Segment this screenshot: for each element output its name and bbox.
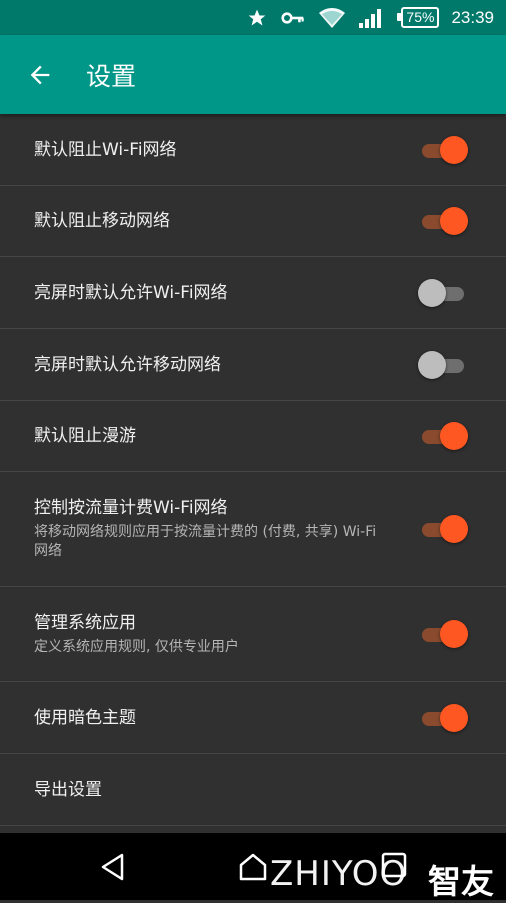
arrow-left-icon[interactable] xyxy=(26,61,54,89)
wifi-icon xyxy=(319,7,346,28)
setting-title: 导出设置 xyxy=(34,779,102,800)
setting-manage-system-apps[interactable]: 管理系统应用 定义系统应用规则, 仅供专业用户 xyxy=(0,587,506,682)
toggle-switch[interactable] xyxy=(418,278,468,307)
clock: 23:39 xyxy=(451,7,494,27)
toggle-switch[interactable] xyxy=(418,620,468,648)
setting-allow-mobile-screen-on[interactable]: 亮屏时默认允许移动网络 xyxy=(0,329,506,401)
setting-dark-theme[interactable]: 使用暗色主题 xyxy=(0,682,506,754)
key-icon xyxy=(281,8,305,28)
battery-indicator: 75% xyxy=(397,7,440,28)
signal-icon xyxy=(359,8,382,28)
settings-list: 默认阻止Wi-Fi网络 默认阻止移动网络 亮屏时默认允许Wi-Fi网络 亮屏时默… xyxy=(0,114,506,826)
setting-block-roaming[interactable]: 默认阻止漫游 xyxy=(0,401,506,472)
app-bar: 设置 xyxy=(0,35,506,114)
toggle-switch[interactable] xyxy=(418,350,468,379)
toggle-switch[interactable] xyxy=(418,703,468,732)
setting-metered-wifi[interactable]: 控制按流量计费Wi-Fi网络 将移动网络规则应用于按流量计费的 (付费, 共享)… xyxy=(0,472,506,587)
toggle-switch[interactable] xyxy=(418,207,468,235)
home-icon[interactable] xyxy=(238,853,268,885)
watermark-latin: ZHIYOO xyxy=(270,854,408,894)
toggle-switch[interactable] xyxy=(418,135,468,164)
setting-block-mobile[interactable]: 默认阻止移动网络 xyxy=(0,186,506,257)
back-triangle-icon[interactable] xyxy=(100,853,126,885)
setting-allow-wifi-screen-on[interactable]: 亮屏时默认允许Wi-Fi网络 xyxy=(0,257,506,329)
page-title: 设置 xyxy=(86,62,137,91)
toggle-switch[interactable] xyxy=(418,515,468,543)
toggle-switch[interactable] xyxy=(418,422,468,450)
star-icon xyxy=(247,8,267,28)
setting-block-wifi[interactable]: 默认阻止Wi-Fi网络 xyxy=(0,114,506,186)
status-bar: 75% 23:39 xyxy=(0,0,506,35)
setting-export[interactable]: 导出设置 xyxy=(0,754,506,826)
watermark-chinese: 智友 xyxy=(428,862,494,901)
